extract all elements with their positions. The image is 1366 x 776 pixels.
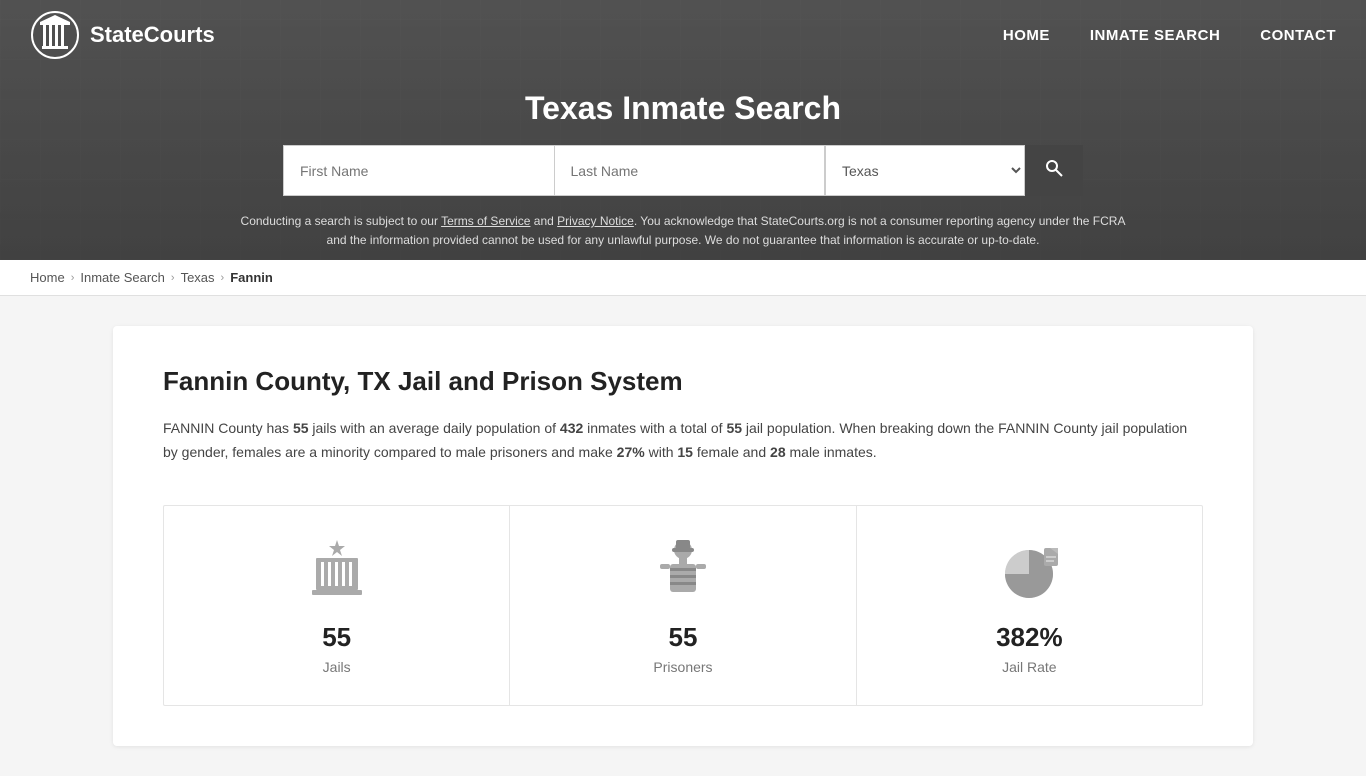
hero-title: Texas Inmate Search	[20, 90, 1346, 127]
navbar: StateCourts HOME INMATE SEARCH CONTACT	[0, 0, 1366, 70]
search-icon	[1044, 158, 1064, 178]
content-title: Fannin County, TX Jail and Prison System	[163, 366, 1203, 397]
nav-contact[interactable]: CONTACT	[1260, 27, 1336, 44]
total-jails-inline: 55	[726, 420, 742, 436]
nav-inmate-search[interactable]: INMATE SEARCH	[1090, 27, 1220, 44]
last-name-input[interactable]	[554, 145, 826, 196]
jails-label: Jails	[323, 659, 351, 675]
prisoners-value: 55	[669, 622, 698, 653]
jails-inline: 55	[293, 420, 309, 436]
breadcrumb-sep-1: ›	[71, 272, 75, 284]
header: StateCourts HOME INMATE SEARCH CONTACT T…	[0, 0, 1366, 260]
nav-links: HOME INMATE SEARCH CONTACT	[1003, 27, 1336, 44]
main-content: Fannin County, TX Jail and Prison System…	[83, 326, 1283, 746]
avg-daily-inline: 432	[560, 420, 583, 436]
stat-jail-rate: 382% Jail Rate	[857, 506, 1202, 705]
content-card: Fannin County, TX Jail and Prison System…	[113, 326, 1253, 746]
stats-row: 55 Jails	[163, 505, 1203, 706]
stat-prisoners: 55 Prisoners	[510, 506, 856, 705]
nav-home[interactable]: HOME	[1003, 27, 1050, 44]
breadcrumb-sep-2: ›	[171, 272, 175, 284]
jail-rate-label: Jail Rate	[1002, 659, 1056, 675]
logo-text: StateCourts	[90, 22, 215, 48]
search-button[interactable]	[1025, 145, 1083, 196]
pie-chart-icon	[994, 536, 1064, 606]
breadcrumb-home[interactable]: Home	[30, 270, 65, 285]
stat-jails: 55 Jails	[164, 506, 510, 705]
female-pct-inline: 27%	[617, 444, 645, 460]
hero-section: Texas Inmate Search Select State Alabama…	[0, 70, 1366, 260]
disclaimer-text: Conducting a search is subject to our Te…	[233, 212, 1133, 250]
breadcrumb-sep-3: ›	[221, 272, 225, 284]
first-name-input[interactable]	[283, 145, 554, 196]
terms-link[interactable]: Terms of Service	[441, 214, 530, 228]
prisoner-figure-icon	[648, 536, 718, 606]
breadcrumb-state[interactable]: Texas	[181, 270, 215, 285]
jails-value: 55	[322, 622, 351, 653]
breadcrumb-current: Fannin	[230, 270, 273, 285]
jail-building-icon	[302, 536, 372, 606]
male-count-inline: 28	[770, 444, 786, 460]
prisoners-label: Prisoners	[653, 659, 712, 675]
search-bar: Select State Alabama Alaska Arizona Texa…	[283, 145, 1083, 196]
state-select[interactable]: Select State Alabama Alaska Arizona Texa…	[825, 145, 1025, 196]
jail-rate-value: 382%	[996, 622, 1063, 653]
prisoner-icon	[648, 536, 718, 606]
breadcrumb-inmate-search[interactable]: Inmate Search	[80, 270, 165, 285]
jail-icon	[302, 536, 372, 606]
privacy-link[interactable]: Privacy Notice	[557, 214, 634, 228]
female-count-inline: 15	[677, 444, 693, 460]
jail-rate-icon	[994, 536, 1064, 606]
logo-icon	[30, 10, 80, 60]
logo-link[interactable]: StateCourts	[30, 10, 215, 60]
breadcrumb: Home › Inmate Search › Texas › Fannin	[0, 260, 1366, 296]
content-description: FANNIN County has 55 jails with an avera…	[163, 417, 1203, 465]
